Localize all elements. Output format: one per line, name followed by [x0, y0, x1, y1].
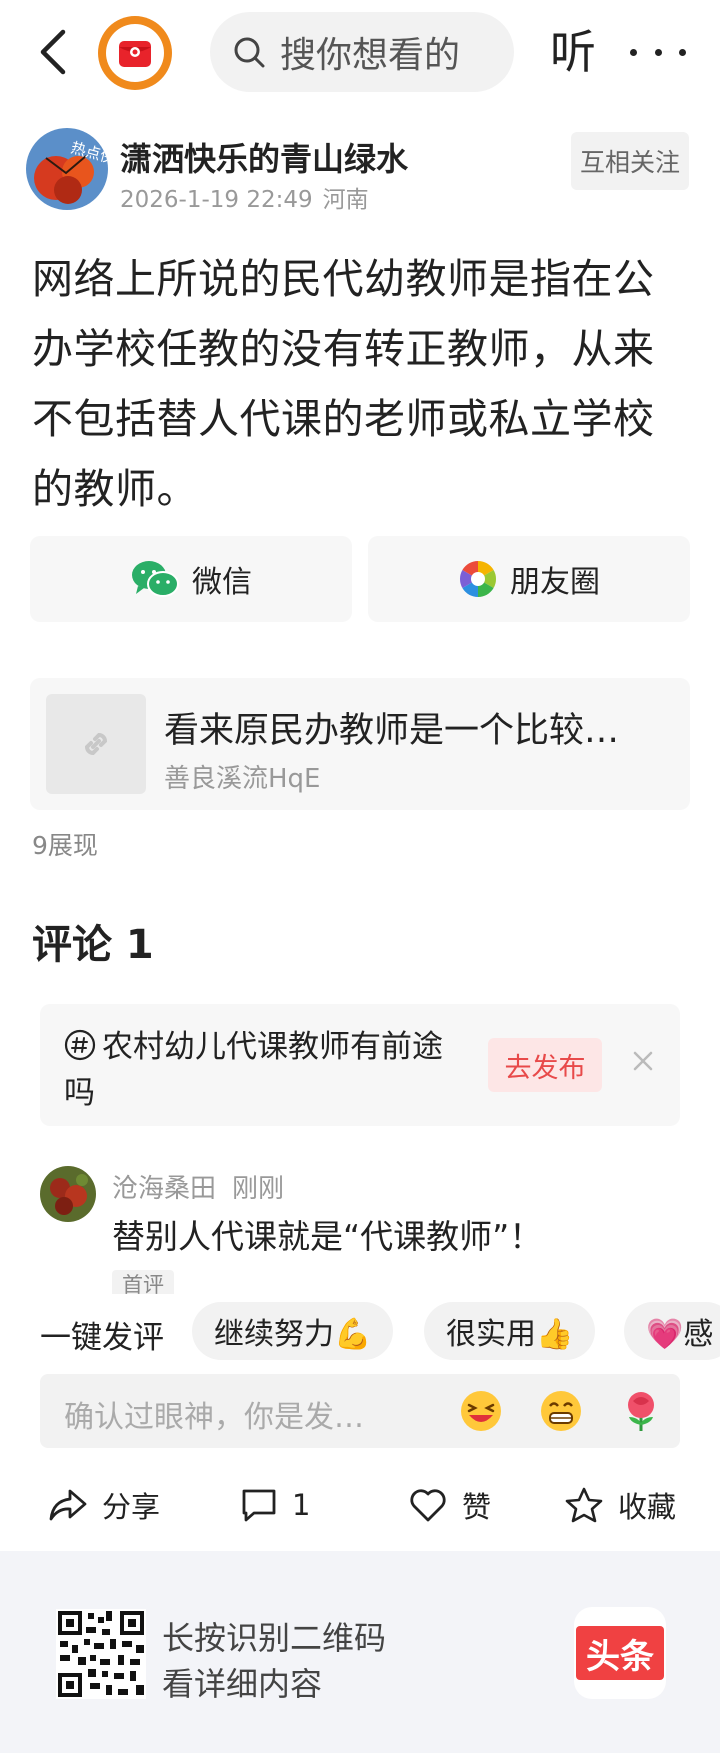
comment-text: 替别人代课就是“代课教师”！ [112, 1217, 543, 1256]
action-bar: 分享 1 赞 收藏 [0, 1470, 720, 1540]
red-envelope-icon [106, 24, 164, 82]
linked-article-title: 看来原民办教师是一个比较… [164, 711, 620, 751]
back-button[interactable] [30, 22, 74, 82]
favorite-button[interactable]: 收藏 [564, 1478, 676, 1532]
author-name[interactable]: 潇洒快乐的青山绿水 [120, 134, 408, 180]
comment-count: 1 [292, 1488, 311, 1522]
publish-button[interactable]: 去发布 [488, 1038, 602, 1092]
topic-card[interactable]: 农村幼儿代课教师有前途吗 去发布 [40, 1004, 680, 1126]
linked-article-card[interactable]: 看来原民办教师是一个比较… 善良溪流HqE [30, 678, 690, 810]
app-logo-button[interactable] [98, 16, 172, 90]
favorite-label: 收藏 [618, 1490, 677, 1524]
quick-comment-label: 一键发评 [40, 1320, 164, 1356]
qr-instruction-line1: 长按识别二维码 [162, 1619, 387, 1657]
qr-footer: 长按识别二维码 看详细内容 头条 [0, 1551, 720, 1753]
topic-text: 农村幼儿代课教师有前途吗 [64, 1024, 454, 1116]
commenter-meta: 沧海桑田 刚刚 [112, 1168, 300, 1205]
brand-label: 头条 [576, 1626, 664, 1680]
star-icon [564, 1486, 604, 1524]
close-icon[interactable] [630, 1048, 656, 1074]
listen-button[interactable]: 听 [550, 20, 596, 84]
rose-emoji-icon[interactable] [616, 1386, 666, 1436]
follow-button[interactable]: 互相关注 [571, 132, 689, 190]
moments-icon [458, 559, 498, 599]
view-count: 9展现 [32, 831, 98, 860]
comment-bubble-icon [240, 1487, 278, 1523]
author-meta: 2026-1-19 22:49 河南 [120, 180, 379, 214]
back-arrow-icon [40, 29, 66, 75]
share-wechat-button[interactable]: 微信 [30, 536, 352, 622]
like-label: 赞 [462, 1490, 492, 1524]
post-location: 河南 [322, 187, 369, 213]
quick-comment-row: 一键发评 继续努力💪 很实用👍 💗感 [0, 1294, 720, 1374]
comments-title: 评论 1 [32, 922, 154, 968]
share-moments-button[interactable]: 朋友圈 [368, 536, 690, 622]
comment-button[interactable]: 1 [240, 1478, 310, 1532]
share-row: 微信 朋友圈 [30, 536, 690, 622]
search-icon [234, 37, 265, 68]
post-text: 网络上所说的民代幼教师是指在公办学校任教的没有转正教师，从来不包括替人代课的老师… [32, 255, 655, 513]
quick-chip-thanks[interactable]: 💗感 [624, 1302, 720, 1360]
search-bar[interactable]: 搜你想看的 [210, 12, 514, 92]
search-placeholder: 搜你想看的 [280, 35, 461, 76]
link-icon [46, 694, 146, 794]
laughing-emoji-icon[interactable] [456, 1386, 506, 1436]
share-button[interactable]: 分享 [48, 1478, 160, 1532]
hashtag-icon [64, 1029, 96, 1061]
more-options-icon[interactable] [630, 30, 686, 74]
top-bar: 搜你想看的 听 [0, 0, 720, 104]
share-wechat-label: 微信 [192, 565, 252, 600]
qr-code-image[interactable] [56, 1609, 146, 1699]
commenter-name[interactable]: 沧海桑田 [112, 1174, 216, 1204]
share-label: 分享 [102, 1490, 161, 1524]
comment-input-placeholder: 确认过眼神，你是发… [64, 1400, 364, 1435]
commenter-avatar[interactable] [40, 1166, 96, 1222]
like-button[interactable]: 赞 [408, 1478, 491, 1532]
quick-chip-useful[interactable]: 很实用👍 [424, 1302, 596, 1360]
comment-time: 刚刚 [232, 1174, 285, 1204]
linked-article-author: 善良溪流HqE [164, 764, 321, 794]
heart-icon [408, 1487, 448, 1523]
topic-label: 农村幼儿代课教师有前途吗 [64, 1029, 443, 1111]
post-date: 2026-1-19 22:49 [120, 187, 313, 213]
quick-chip-keep-going[interactable]: 继续努力💪 [192, 1302, 394, 1360]
share-moments-label: 朋友圈 [510, 565, 600, 600]
grinning-emoji-icon[interactable] [536, 1386, 586, 1436]
author-avatar[interactable]: 热点侠 [26, 128, 108, 210]
toutiao-logo: 头条 [574, 1607, 666, 1699]
wechat-icon [130, 558, 180, 600]
comment-input[interactable]: 确认过眼神，你是发… [40, 1374, 680, 1448]
qr-instruction-line2: 看详细内容 [162, 1665, 323, 1703]
share-arrow-icon [48, 1487, 88, 1523]
